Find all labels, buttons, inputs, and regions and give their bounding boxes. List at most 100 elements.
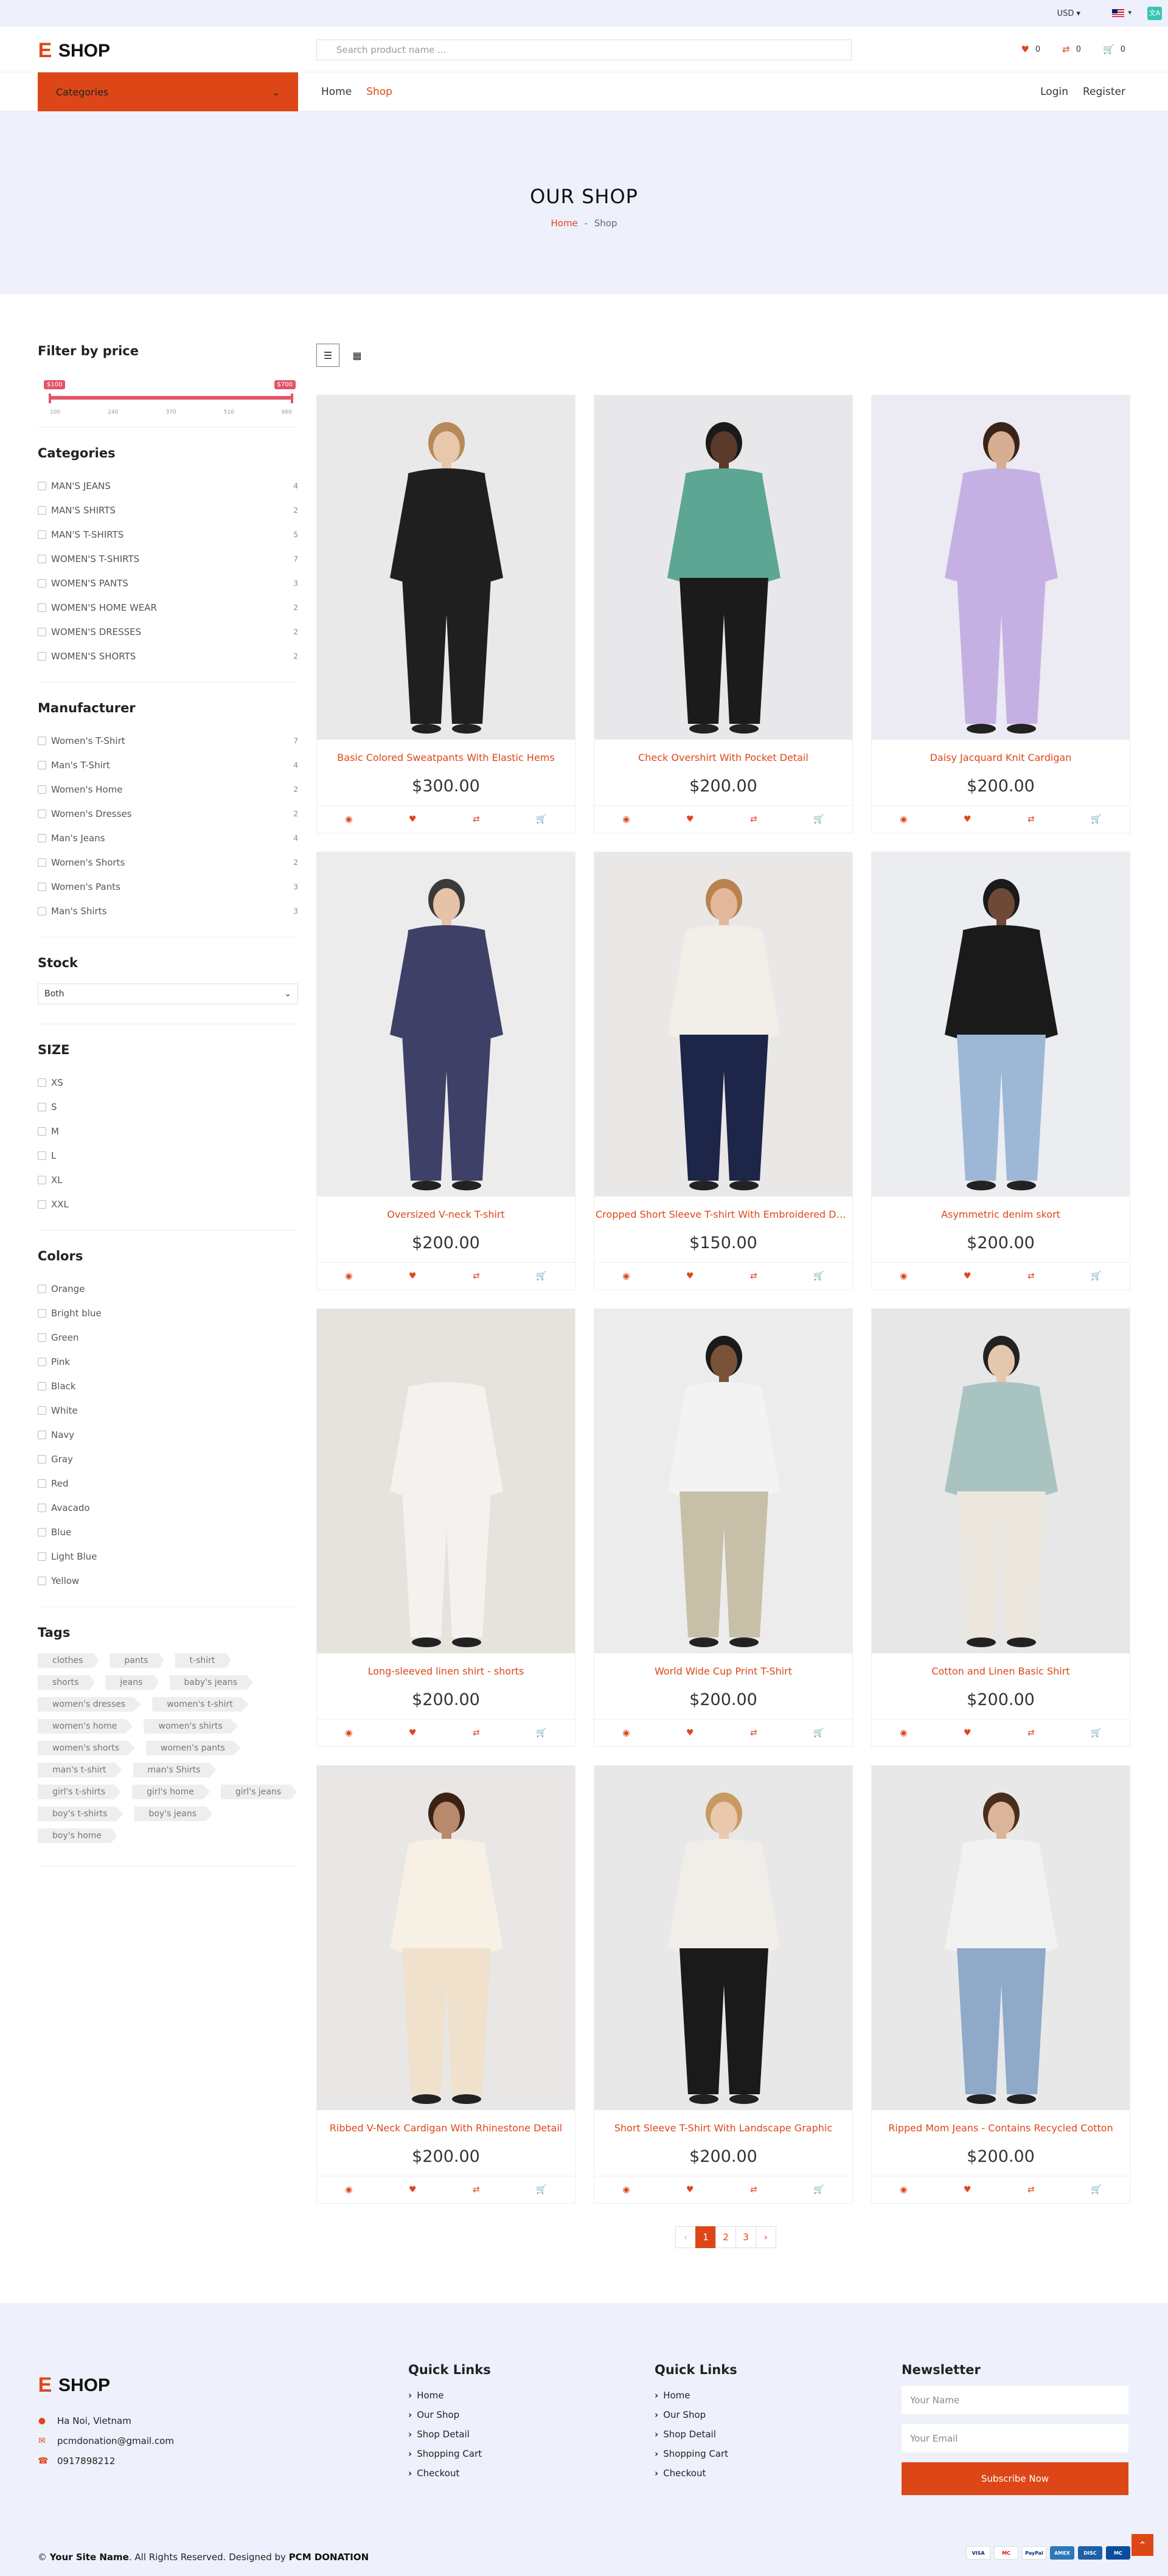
filter-option[interactable]: Yellow <box>38 1569 298 1593</box>
nav-shop[interactable]: Shop <box>366 86 392 98</box>
checkbox[interactable] <box>38 555 46 563</box>
filter-option[interactable]: Women's Dresses 2 <box>38 802 298 826</box>
footer-link-checkout[interactable]: Checkout <box>655 2463 737 2483</box>
heart-icon[interactable]: ♥ <box>686 2185 694 2195</box>
filter-option[interactable]: XXL <box>38 1192 298 1217</box>
checkbox[interactable] <box>38 1176 46 1184</box>
filter-option[interactable]: WOMEN'S SHORTS 2 <box>38 644 298 668</box>
filter-option[interactable]: S <box>38 1095 298 1119</box>
product-card[interactable]: Check Overshirt With Pocket Detail $200.0… <box>594 395 853 833</box>
checkbox[interactable] <box>38 883 46 891</box>
product-image[interactable] <box>594 852 852 1196</box>
checkbox[interactable] <box>38 1528 46 1536</box>
subscribe-button[interactable]: Subscribe Now <box>902 2462 1128 2495</box>
cart-icon[interactable]: 🛒 <box>813 2185 824 2195</box>
tag-chip[interactable]: women's t-shirt <box>152 1697 249 1712</box>
checkbox[interactable] <box>38 1151 46 1160</box>
currency-dropdown[interactable]: USD ▾ <box>1057 9 1080 18</box>
filter-option[interactable]: Women's Home 2 <box>38 777 298 802</box>
heart-icon[interactable]: ♥ <box>409 1271 417 1281</box>
product-card[interactable]: World Wide Cup Print T-Shirt $200.00 ◉ ♥ ⇄ 🛒 <box>594 1308 853 1747</box>
compare-icon[interactable]: ⇄ <box>750 1271 757 1281</box>
search-input[interactable] <box>336 44 851 55</box>
filter-option[interactable]: WOMEN'S DRESSES 2 <box>38 620 298 644</box>
footer-link-shop[interactable]: Our Shop <box>655 2405 737 2425</box>
filter-option[interactable]: WOMEN'S T-SHIRTS 7 <box>38 547 298 571</box>
page-1-button[interactable]: 1 <box>695 2226 716 2248</box>
tag-chip[interactable]: clothes <box>38 1653 99 1668</box>
compare-button[interactable]: ⇄ 0 <box>1062 44 1081 55</box>
heart-icon[interactable]: ♥ <box>409 1728 417 1738</box>
eye-icon[interactable]: ◉ <box>345 814 352 824</box>
filter-option[interactable]: White <box>38 1398 298 1423</box>
compare-icon[interactable]: ⇄ <box>473 1271 480 1281</box>
checkbox[interactable] <box>38 482 46 490</box>
checkbox[interactable] <box>38 1406 46 1415</box>
footer-link-detail[interactable]: Shop Detail <box>408 2425 491 2444</box>
next-page-button[interactable]: › <box>756 2226 776 2248</box>
filter-option[interactable]: Black <box>38 1374 298 1398</box>
footer-link-home[interactable]: Home <box>655 2386 737 2405</box>
footer-link-cart[interactable]: Shopping Cart <box>655 2444 737 2463</box>
product-card[interactable]: Ripped Mom Jeans - Contains Recycled Cot… <box>871 1765 1130 2204</box>
filter-option[interactable]: Women's Pants 3 <box>38 875 298 899</box>
compare-icon[interactable]: ⇄ <box>1027 814 1035 824</box>
heart-icon[interactable]: ♥ <box>409 2185 417 2195</box>
filter-option[interactable]: Orange <box>38 1277 298 1301</box>
filter-option[interactable]: MAN'S JEANS 4 <box>38 474 298 498</box>
checkbox[interactable] <box>38 1358 46 1366</box>
login-link[interactable]: Login <box>1040 86 1068 98</box>
product-card[interactable]: Daisy Jacquard Knit Cardigan $200.00 ◉ ♥ ⇄ 🛒 <box>871 395 1130 833</box>
filter-option[interactable]: XL <box>38 1168 298 1192</box>
heart-icon[interactable]: ♥ <box>964 1728 972 1738</box>
product-card[interactable]: Asymmetric denim skort $200.00 ◉ ♥ ⇄ 🛒 <box>871 852 1130 1290</box>
tag-chip[interactable]: women's shorts <box>38 1741 136 1755</box>
prev-page-button[interactable]: ‹ <box>675 2226 696 2248</box>
filter-option[interactable]: MAN'S T-SHIRTS 5 <box>38 522 298 547</box>
filter-option[interactable]: WOMEN'S PANTS 3 <box>38 571 298 595</box>
categories-button[interactable]: Categories ⌄ <box>38 72 298 111</box>
cart-icon[interactable]: 🛒 <box>536 1728 546 1738</box>
translate-icon[interactable]: 文A <box>1147 7 1162 20</box>
checkbox[interactable] <box>38 1552 46 1561</box>
heart-icon[interactable]: ♥ <box>409 814 417 824</box>
product-image[interactable] <box>317 395 575 740</box>
filter-option[interactable]: Avacado <box>38 1496 298 1520</box>
filter-option[interactable]: L <box>38 1144 298 1168</box>
checkbox[interactable] <box>38 1200 46 1209</box>
tag-chip[interactable]: boy's home <box>38 1828 118 1843</box>
product-name[interactable]: Daisy Jacquard Knit Cardigan <box>872 752 1130 763</box>
footer-link-shop[interactable]: Our Shop <box>408 2405 491 2425</box>
product-name[interactable]: Oversized V-neck T-shirt <box>317 1209 575 1220</box>
nav-home[interactable]: Home <box>321 86 352 98</box>
cart-icon[interactable]: 🛒 <box>536 2185 546 2195</box>
grid-view-icon[interactable]: ▦ <box>346 344 369 367</box>
eye-icon[interactable]: ◉ <box>900 1271 907 1281</box>
eye-icon[interactable]: ◉ <box>900 1728 907 1738</box>
product-name[interactable]: Ribbed V-Neck Cardigan With Rhinestone D… <box>317 2122 575 2134</box>
product-image[interactable] <box>594 395 852 740</box>
heart-icon[interactable]: ♥ <box>964 2185 972 2195</box>
product-name[interactable]: Ripped Mom Jeans - Contains Recycled Cot… <box>872 2122 1130 2134</box>
compare-icon[interactable]: ⇄ <box>750 2185 757 2195</box>
product-image[interactable] <box>872 1766 1130 2110</box>
product-image[interactable] <box>872 852 1130 1196</box>
product-name[interactable]: Basic Colored Sweatpants With Elastic He… <box>317 752 575 763</box>
tag-chip[interactable]: women's pants <box>146 1741 241 1755</box>
product-image[interactable] <box>594 1766 852 2110</box>
tag-chip[interactable]: man's Shirts <box>133 1763 217 1777</box>
eye-icon[interactable]: ◉ <box>900 814 907 824</box>
eye-icon[interactable]: ◉ <box>622 814 630 824</box>
tag-chip[interactable]: women's shirts <box>144 1719 238 1734</box>
checkbox[interactable] <box>38 907 46 915</box>
price-slider-track[interactable] <box>49 396 292 400</box>
filter-option[interactable]: Light Blue <box>38 1544 298 1569</box>
tag-chip[interactable]: girl's home <box>132 1785 210 1799</box>
eye-icon[interactable]: ◉ <box>622 1728 630 1738</box>
page-3-button[interactable]: 3 <box>735 2226 756 2248</box>
filter-option[interactable]: Women's Shorts 2 <box>38 850 298 875</box>
filter-option[interactable]: WOMEN'S HOME WEAR 2 <box>38 595 298 620</box>
cart-icon[interactable]: 🛒 <box>1091 1728 1101 1738</box>
filter-option[interactable]: Navy <box>38 1423 298 1447</box>
product-name[interactable]: Cropped Short Sleeve T-shirt With Embroi… <box>594 1209 852 1220</box>
